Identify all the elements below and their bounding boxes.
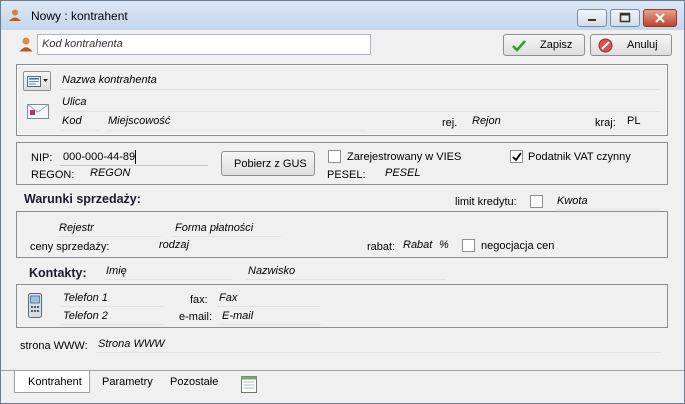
save-button-label: Zapisz [540, 39, 573, 51]
tab-kontrahent-label: Kontrahent [28, 376, 82, 388]
email-underline [217, 324, 321, 325]
city-underline [106, 130, 366, 131]
www-underline [96, 352, 661, 353]
street-underline [60, 111, 660, 112]
regon-field[interactable]: REGON [90, 167, 130, 179]
notepad-icon [241, 376, 257, 393]
nip-underline [60, 165, 208, 166]
percent-sign: % [439, 239, 449, 251]
credit-limit-checkbox[interactable] [530, 195, 543, 208]
sales-conditions-heading: Warunki sprzedaży: [24, 192, 141, 206]
contacts-heading: Kontakty: [29, 266, 87, 280]
www-field[interactable]: Strona WWW [98, 338, 165, 350]
cancel-button-label: Anuluj [627, 39, 658, 51]
window-title: Nowy : kontrahent [31, 9, 128, 23]
tab-pozostale-label: Pozostałe [170, 376, 219, 388]
negotiation-checkbox[interactable] [462, 239, 475, 252]
negotiation-label: negocjacja cen [481, 240, 555, 252]
country-field[interactable]: PL [627, 115, 640, 127]
region-label: rej. [442, 117, 458, 129]
name-underline [60, 89, 660, 90]
save-button[interactable]: Zapisz [503, 34, 585, 56]
tab-parametry-label: Parametry [102, 376, 153, 388]
last-name-underline [246, 279, 446, 280]
email-field[interactable]: E-mail [222, 310, 253, 322]
prices-label: ceny sprzedaży: [30, 241, 110, 253]
credit-amount-field[interactable]: Kwota [557, 195, 588, 207]
region-field[interactable]: Rejon [472, 115, 501, 127]
nip-label: NIP: [31, 152, 53, 164]
cancel-button[interactable]: Anuluj [590, 34, 672, 56]
tab-notes[interactable] [237, 371, 261, 393]
fax-field[interactable]: Fax [219, 292, 237, 304]
fax-label: fax: [190, 294, 208, 306]
checkmark-icon [512, 152, 522, 162]
maximize-button[interactable] [610, 9, 640, 27]
contractor-name-field[interactable]: Nazwa kontrahenta [62, 74, 157, 86]
sales-group [16, 211, 668, 258]
tab-pozostale[interactable]: Pozostałe [162, 371, 230, 393]
tab-parametry[interactable]: Parametry [91, 371, 161, 393]
discount-label: rabat: [367, 241, 396, 253]
first-name-underline [104, 279, 232, 280]
contractor-app-icon [9, 9, 21, 21]
checkmark-icon [512, 40, 526, 52]
contractor-code-placeholder: Kod kontrahenta [42, 38, 123, 50]
title-bar[interactable]: Nowy : kontrahent [1, 1, 684, 30]
country-label: kraj: [595, 117, 616, 129]
postcode-field[interactable]: Kod [62, 115, 82, 127]
payment-underline [173, 236, 281, 237]
contractor-window: Nowy : kontrahent Kod kontrahenta Zapisz… [0, 0, 685, 404]
street-field[interactable]: Ulica [62, 96, 86, 108]
city-field[interactable]: Miejscowość [108, 115, 170, 127]
pesel-label: PESEL: [327, 169, 366, 181]
phone-icon [28, 293, 42, 318]
person-icon [19, 37, 33, 52]
vat-label: Podatnik VAT czynny [528, 151, 631, 163]
tab-kontrahent[interactable]: Kontrahent [14, 371, 90, 393]
fax-underline [217, 306, 321, 307]
email-label: e-mail: [179, 311, 213, 323]
register-field[interactable]: Rejestr [59, 222, 94, 234]
amount-underline [555, 209, 660, 210]
postcode-underline [60, 130, 100, 131]
regon-label: REGON: [31, 169, 75, 181]
credit-limit-label: limit kredytu: [455, 196, 517, 208]
close-icon [655, 13, 665, 23]
price-type-field[interactable]: rodzaj [159, 239, 189, 251]
envelope-icon [27, 104, 49, 119]
pesel-field[interactable]: PESEL [385, 167, 420, 179]
address-book-dropdown[interactable] [23, 71, 51, 91]
vies-checkbox[interactable] [328, 150, 341, 163]
close-button[interactable] [643, 9, 677, 27]
maximize-icon [619, 12, 631, 23]
phone2-underline [61, 324, 165, 325]
contractor-code-input[interactable]: Kod kontrahenta [37, 34, 371, 55]
www-label: strona WWW: [20, 340, 88, 352]
phone1-underline [61, 306, 165, 307]
last-name-field[interactable]: Nazwisko [248, 265, 295, 277]
fetch-gus-button[interactable]: Pobierz z GUS [221, 151, 315, 176]
phone2-field[interactable]: Telefon 2 [63, 310, 108, 322]
minimize-button[interactable] [577, 9, 607, 27]
discount-field[interactable]: Rabat [403, 239, 432, 251]
cancel-icon [598, 38, 613, 53]
address-book-icon [27, 76, 48, 87]
text-cursor [135, 150, 136, 164]
register-underline [57, 236, 161, 237]
vies-label: Zarejestrowany w VIES [347, 151, 462, 163]
first-name-field[interactable]: Imię [106, 265, 127, 277]
vat-checkbox[interactable] [510, 150, 523, 163]
fetch-gus-button-label: Pobierz z GUS [234, 158, 307, 170]
phone1-field[interactable]: Telefon 1 [63, 292, 108, 304]
nip-field[interactable]: 000-000-44-89 [63, 151, 135, 163]
minimize-icon [588, 19, 596, 21]
payment-form-field[interactable]: Forma płatności [175, 222, 253, 234]
